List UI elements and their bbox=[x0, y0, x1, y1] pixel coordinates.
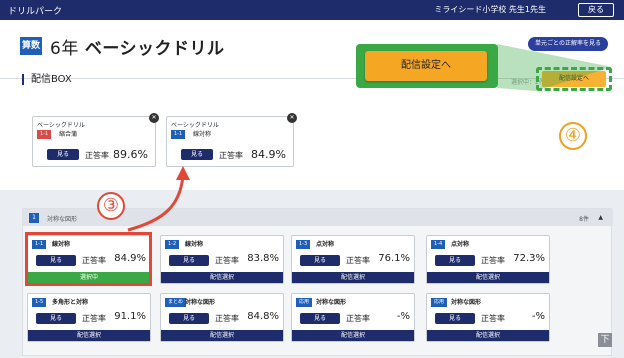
scroll-top-icon: 下 bbox=[600, 335, 610, 345]
view-button[interactable]: 見る bbox=[181, 149, 213, 160]
unit-code: まとめ bbox=[165, 298, 187, 307]
rate-label: 正答率 bbox=[481, 256, 505, 265]
rate-value: -% bbox=[396, 311, 410, 322]
unit-code: 応用 bbox=[296, 298, 313, 307]
unit-name: 縮合蒲 bbox=[59, 131, 78, 138]
select-delivery-button[interactable]: 配信選択 bbox=[427, 272, 549, 283]
select-delivery-button[interactable]: 配信選択 bbox=[427, 330, 549, 341]
view-button[interactable]: 見る bbox=[300, 255, 340, 266]
select-delivery-button[interactable]: 配信選択 bbox=[28, 330, 150, 341]
view-button[interactable]: 見る bbox=[36, 313, 76, 324]
unit-code: 1-2 bbox=[165, 240, 180, 249]
rate-label: 正答率 bbox=[346, 314, 370, 323]
unit-card: 応用 対称な図形 見る 正答率 -% 配信選択 bbox=[426, 293, 550, 342]
delivered-card: ベーシックドリル 1-1 縮合蒲 見る 正答率 89.6% ✕ bbox=[32, 113, 159, 167]
unit-card: 1-2 線対称 見る 正答率 83.8% 配信選択 bbox=[160, 235, 284, 284]
highlight-box bbox=[25, 232, 152, 286]
rate-value: 84.8% bbox=[247, 311, 279, 322]
close-icon[interactable]: ✕ bbox=[149, 113, 159, 123]
unit-card: 1-4 点対称 見る 正答率 72.3% 配信選択 bbox=[426, 235, 550, 284]
drill-number: 1 bbox=[29, 213, 39, 223]
scroll-top-button[interactable]: 下 bbox=[598, 333, 612, 347]
select-delivery-button[interactable]: 配信選択 bbox=[161, 330, 283, 341]
unit-card: 応用 対称な図形 見る 正答率 -% 配信選択 bbox=[291, 293, 415, 342]
unit-card: 1-5 多角形と対称 見る 正答率 91.1% 配信選択 bbox=[27, 293, 151, 342]
unit-code: 1-5 bbox=[32, 298, 47, 307]
unit-name: 点対称 bbox=[451, 241, 470, 248]
callout-settings-button[interactable]: 配信設定へ bbox=[365, 51, 487, 81]
unit-code: 1-1 bbox=[37, 130, 52, 139]
drill-name: 対称な図形 bbox=[47, 216, 78, 223]
rate-label: 正答率 bbox=[346, 256, 370, 265]
unit-name: 線対称 bbox=[185, 241, 204, 248]
select-delivery-button[interactable]: 配信選択 bbox=[292, 330, 414, 341]
unit-card: 1-3 点対称 見る 正答率 76.1% 配信選択 bbox=[291, 235, 415, 284]
unit-name: 線対称 bbox=[193, 131, 212, 138]
rate-label: 正答率 bbox=[215, 256, 239, 265]
unit-name: 対称な図形 bbox=[451, 299, 482, 306]
rate-label: 正答率 bbox=[219, 151, 243, 160]
unit-name: 対称な図形 bbox=[185, 299, 216, 306]
close-icon[interactable]: ✕ bbox=[287, 113, 297, 123]
delivered-card: ベーシックドリル 1-1 線対称 見る 正答率 84.9% ✕ bbox=[166, 113, 297, 167]
unit-code: 1-4 bbox=[431, 240, 446, 249]
select-delivery-button[interactable]: 配信選択 bbox=[292, 272, 414, 283]
unit-name: 多角形と対称 bbox=[52, 299, 89, 306]
view-button[interactable]: 見る bbox=[435, 255, 475, 266]
rate-label: 正答率 bbox=[82, 314, 106, 323]
step-4-marker: ④ bbox=[559, 122, 587, 150]
drill-count: 8件 bbox=[579, 216, 589, 223]
unit-code: 1-3 bbox=[296, 240, 311, 249]
rate-value: 84.9% bbox=[251, 148, 286, 161]
view-button[interactable]: 見る bbox=[300, 313, 340, 324]
unit-code: 1-1 bbox=[171, 130, 186, 139]
view-button[interactable]: 見る bbox=[47, 149, 79, 160]
card-type: ベーシックドリル bbox=[37, 122, 85, 129]
rate-label: 正答率 bbox=[215, 314, 239, 323]
rate-label: 正答率 bbox=[85, 151, 109, 160]
rate-value: 91.1% bbox=[114, 311, 146, 322]
unit-card: まとめ 対称な図形 見る 正答率 84.8% 配信選択 bbox=[160, 293, 284, 342]
view-button[interactable]: 見る bbox=[169, 255, 209, 266]
rate-value: -% bbox=[531, 311, 545, 322]
card-type: ベーシックドリル bbox=[171, 122, 219, 129]
unit-name: 点対称 bbox=[316, 241, 335, 248]
rate-label: 正答率 bbox=[481, 314, 505, 323]
rate-value: 83.8% bbox=[247, 253, 279, 264]
rate-value: 76.1% bbox=[378, 253, 410, 264]
view-button[interactable]: 見る bbox=[435, 313, 475, 324]
rate-value: 89.6% bbox=[113, 148, 148, 161]
unit-name: 対称な図形 bbox=[316, 299, 347, 306]
select-delivery-button[interactable]: 配信選択 bbox=[161, 272, 283, 283]
caret-up-icon[interactable]: ▲ bbox=[598, 214, 603, 221]
view-button[interactable]: 見る bbox=[169, 313, 209, 324]
rate-value: 72.3% bbox=[513, 253, 545, 264]
step-3-marker: ③ bbox=[97, 192, 125, 220]
unit-code: 応用 bbox=[431, 298, 448, 307]
